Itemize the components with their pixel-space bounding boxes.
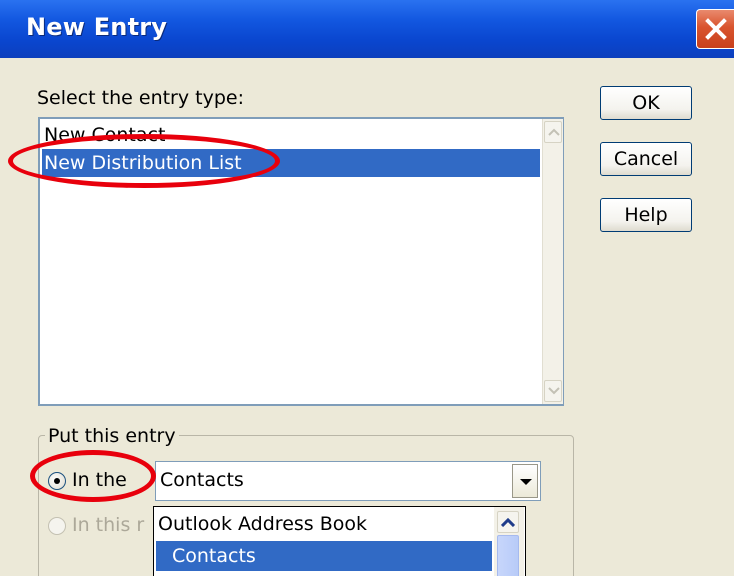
chevron-up-icon <box>501 518 515 527</box>
in-this-radio-label[interactable]: In this r <box>72 514 144 536</box>
address-book-dropdown[interactable]: Outlook Address Book Contacts <box>153 506 526 576</box>
dropdown-scroll-thumb[interactable] <box>497 535 519 576</box>
address-book-combo[interactable]: Contacts <box>155 461 541 501</box>
in-the-radio[interactable] <box>48 472 66 490</box>
combo-selected-value: Contacts <box>160 469 244 491</box>
chevron-down-icon <box>548 387 560 395</box>
entry-type-label: Select the entry type: <box>37 87 244 109</box>
dialog-title: New Entry <box>26 13 168 41</box>
dropdown-item-contacts[interactable]: Contacts <box>156 541 492 571</box>
combo-dropdown-button[interactable] <box>512 464 538 498</box>
dropdown-item-outlook-address-book[interactable]: Outlook Address Book <box>158 509 367 539</box>
cancel-button[interactable]: Cancel <box>600 142 692 176</box>
list-item-new-distribution-list[interactable]: New Distribution List <box>42 149 540 177</box>
close-x-icon <box>705 18 727 40</box>
entry-type-list[interactable]: New Contact New Distribution List <box>38 117 564 406</box>
chevron-up-icon <box>548 128 560 136</box>
dropdown-scrollbar[interactable] <box>494 507 524 576</box>
close-button[interactable] <box>696 9 734 49</box>
scroll-up-button[interactable] <box>544 121 562 143</box>
list-item-new-contact[interactable]: New Contact <box>42 121 165 149</box>
scroll-down-button[interactable] <box>544 380 562 402</box>
dropdown-scroll-up-button[interactable] <box>497 511 519 533</box>
put-entry-group-label: Put this entry <box>45 425 179 447</box>
help-button[interactable]: Help <box>600 198 692 232</box>
title-bar[interactable]: New Entry <box>0 0 734 58</box>
ok-button[interactable]: OK <box>600 86 692 120</box>
in-the-radio-label[interactable]: In the <box>72 469 127 491</box>
in-this-radio[interactable] <box>48 517 66 535</box>
new-entry-dialog: New Entry Select the entry type: New Con… <box>0 0 734 576</box>
dropdown-arrow-icon <box>520 479 532 485</box>
entry-list-scrollbar[interactable] <box>542 119 563 404</box>
